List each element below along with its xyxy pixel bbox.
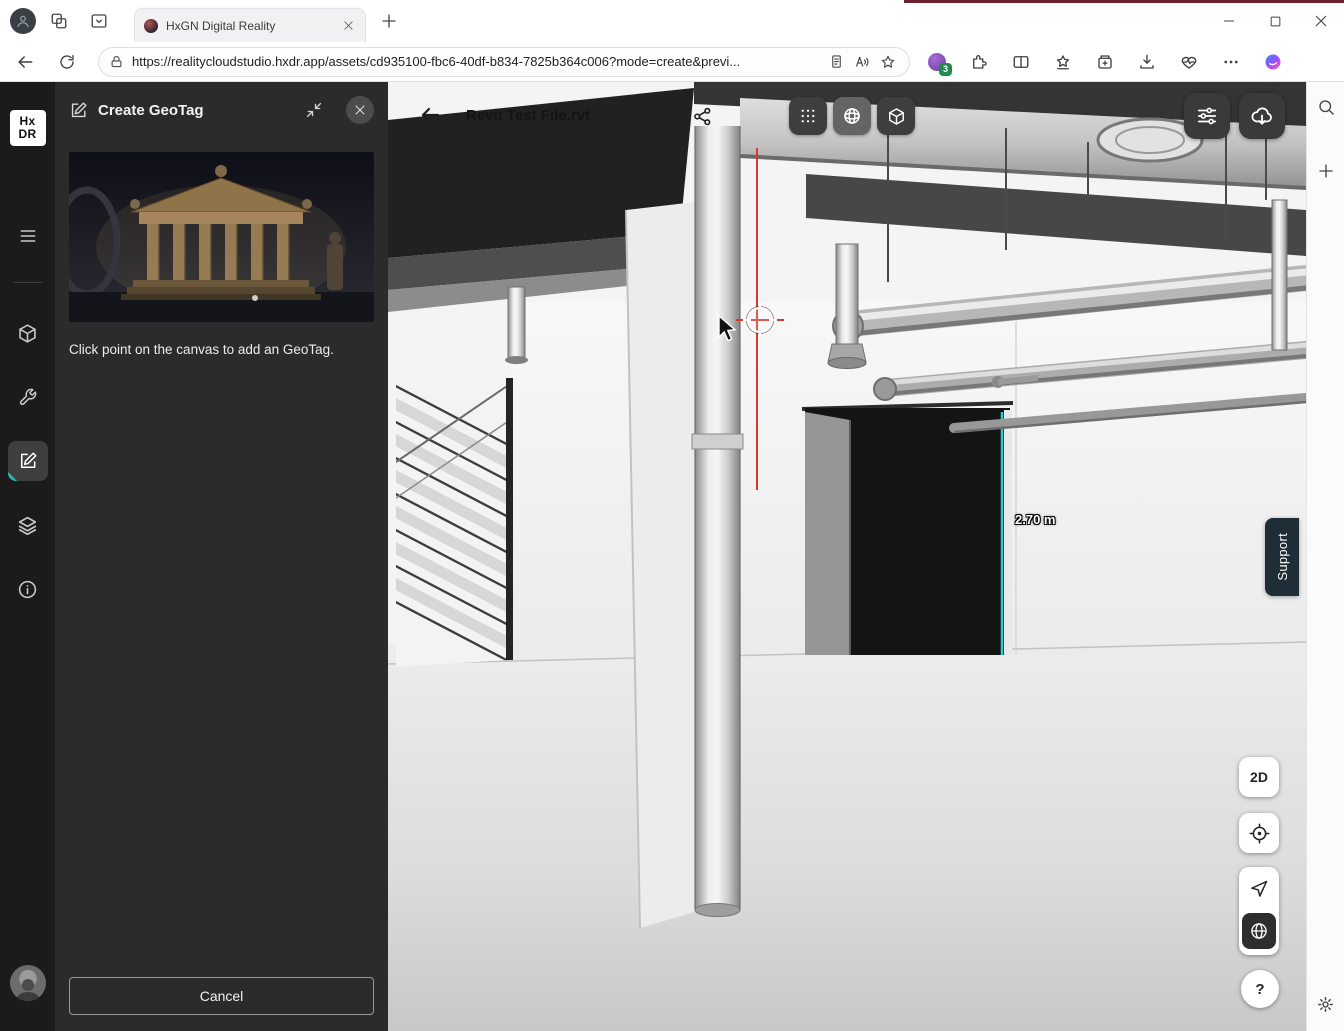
user-avatar[interactable] <box>10 965 46 1001</box>
viewer-back-icon[interactable] <box>410 95 450 135</box>
close-panel-icon[interactable] <box>346 96 374 124</box>
sidebar-item-layers[interactable] <box>8 505 48 545</box>
favorite-star-icon[interactable] <box>875 49 901 75</box>
settings-more-icon[interactable] <box>1214 46 1248 78</box>
copilot-icon[interactable] <box>1256 46 1290 78</box>
person-icon <box>15 13 31 29</box>
browser-essentials-icon[interactable] <box>1172 46 1206 78</box>
orient-arrow-icon[interactable] <box>1239 867 1279 911</box>
browser-tab[interactable]: HxGN Digital Reality <box>134 8 366 42</box>
lock-icon <box>109 54 124 69</box>
tools-icon <box>18 387 38 407</box>
downloads-icon[interactable] <box>1130 46 1164 78</box>
avatar-silhouette <box>13 979 43 1001</box>
browser-profile-avatar[interactable] <box>10 8 36 34</box>
collections-icon[interactable] <box>1088 46 1122 78</box>
edit-icon <box>69 101 88 120</box>
panel-instruction: Click point on the canvas to add an GeoT… <box>69 342 374 357</box>
browser-profile-switch-icon[interactable]: 3 <box>920 46 954 78</box>
maximize-button[interactable] <box>1252 0 1298 42</box>
collapse-panel-icon[interactable] <box>300 96 328 124</box>
gear-icon[interactable] <box>1311 989 1341 1019</box>
layers-icon <box>17 515 38 536</box>
back-nav-icon[interactable] <box>8 45 42 79</box>
page-actions-icon[interactable] <box>823 49 849 75</box>
rail-divider <box>13 282 43 283</box>
cloud-download-icon[interactable] <box>1239 93 1285 139</box>
split-screen-icon[interactable] <box>1004 46 1038 78</box>
rail-tools <box>8 313 48 609</box>
tab-close-icon[interactable] <box>339 17 357 35</box>
measurement-label: 2.70 m <box>1015 512 1055 527</box>
geotag-preview-image <box>69 152 374 322</box>
create-geotag-panel: Create GeoTag <box>55 82 388 1031</box>
profile-badge: 3 <box>939 63 952 76</box>
support-label: Support <box>1275 533 1290 581</box>
cancel-button[interactable]: Cancel <box>69 977 374 1015</box>
tab-favicon <box>143 18 159 34</box>
browser-side-strip <box>1306 82 1344 1031</box>
close-window-button[interactable] <box>1298 0 1344 42</box>
favorites-hub-icon[interactable] <box>1046 46 1080 78</box>
viewer-3d-scene[interactable] <box>388 82 1306 1031</box>
workspaces-icon[interactable] <box>42 4 76 38</box>
locate-icon[interactable] <box>1239 813 1279 853</box>
viewer-canvas[interactable]: Revit Test File.rvt <box>388 82 1306 1031</box>
sidebar-item-info[interactable] <box>8 569 48 609</box>
logo-line-2: DR <box>19 128 37 141</box>
model-mode-icon[interactable] <box>877 97 915 135</box>
toolbar-icons: 3 <box>920 46 1290 78</box>
hxdr-logo[interactable]: Hx DR <box>10 110 46 146</box>
view-mode-switcher <box>789 97 915 135</box>
cube-icon <box>17 323 38 344</box>
browser-window: HxGN Digital Reality https://realityclou… <box>0 0 1344 1031</box>
navigation-group <box>1239 867 1279 955</box>
url-text: https://realitycloudstudio.hxdr.app/asse… <box>132 54 823 69</box>
tab-actions-icon[interactable] <box>82 4 116 38</box>
tab-title: HxGN Digital Reality <box>166 19 339 33</box>
read-aloud-icon[interactable] <box>849 49 875 75</box>
sidebar-item-assets[interactable] <box>8 313 48 353</box>
window-accent-strip <box>904 0 1344 3</box>
minimize-button[interactable] <box>1206 0 1252 42</box>
display-settings-icon[interactable] <box>1184 93 1230 139</box>
pointcloud-mode-icon[interactable] <box>789 97 827 135</box>
viewer-file-name: Revit Test File.rvt <box>466 95 590 135</box>
extensions-icon[interactable] <box>962 46 996 78</box>
sidebar-add-icon[interactable] <box>1311 156 1341 186</box>
new-tab-button[interactable] <box>374 6 404 36</box>
sidebar-search-icon[interactable] <box>1311 92 1341 122</box>
sidebar-item-create-geotag[interactable] <box>8 441 48 481</box>
share-icon[interactable] <box>682 96 722 136</box>
panel-title: Create GeoTag <box>98 102 204 119</box>
toggle-2d-button[interactable]: 2D <box>1239 757 1279 797</box>
help-button[interactable]: ? <box>1241 970 1279 1008</box>
info-icon <box>17 579 38 600</box>
address-bar[interactable]: https://realitycloudstudio.hxdr.app/asse… <box>98 47 910 77</box>
globe-icon[interactable] <box>1242 913 1276 949</box>
app-icon-rail: Hx DR <box>0 82 55 1031</box>
geotag-edit-icon <box>18 451 38 471</box>
window-controls <box>1206 0 1344 42</box>
refresh-icon[interactable] <box>50 45 84 79</box>
magic-wand-icon[interactable] <box>626 96 666 136</box>
address-toolbar: https://realitycloudstudio.hxdr.app/asse… <box>0 42 1344 82</box>
panorama-mode-icon[interactable] <box>833 97 871 135</box>
panel-header: Create GeoTag <box>55 82 388 138</box>
browser-titlebar: HxGN Digital Reality <box>0 0 1344 42</box>
app-root: Hx DR <box>0 82 1344 1031</box>
support-tab[interactable]: Support <box>1265 518 1299 596</box>
sidebar-item-tools[interactable] <box>8 377 48 417</box>
hamburger-menu-icon[interactable] <box>8 216 48 256</box>
